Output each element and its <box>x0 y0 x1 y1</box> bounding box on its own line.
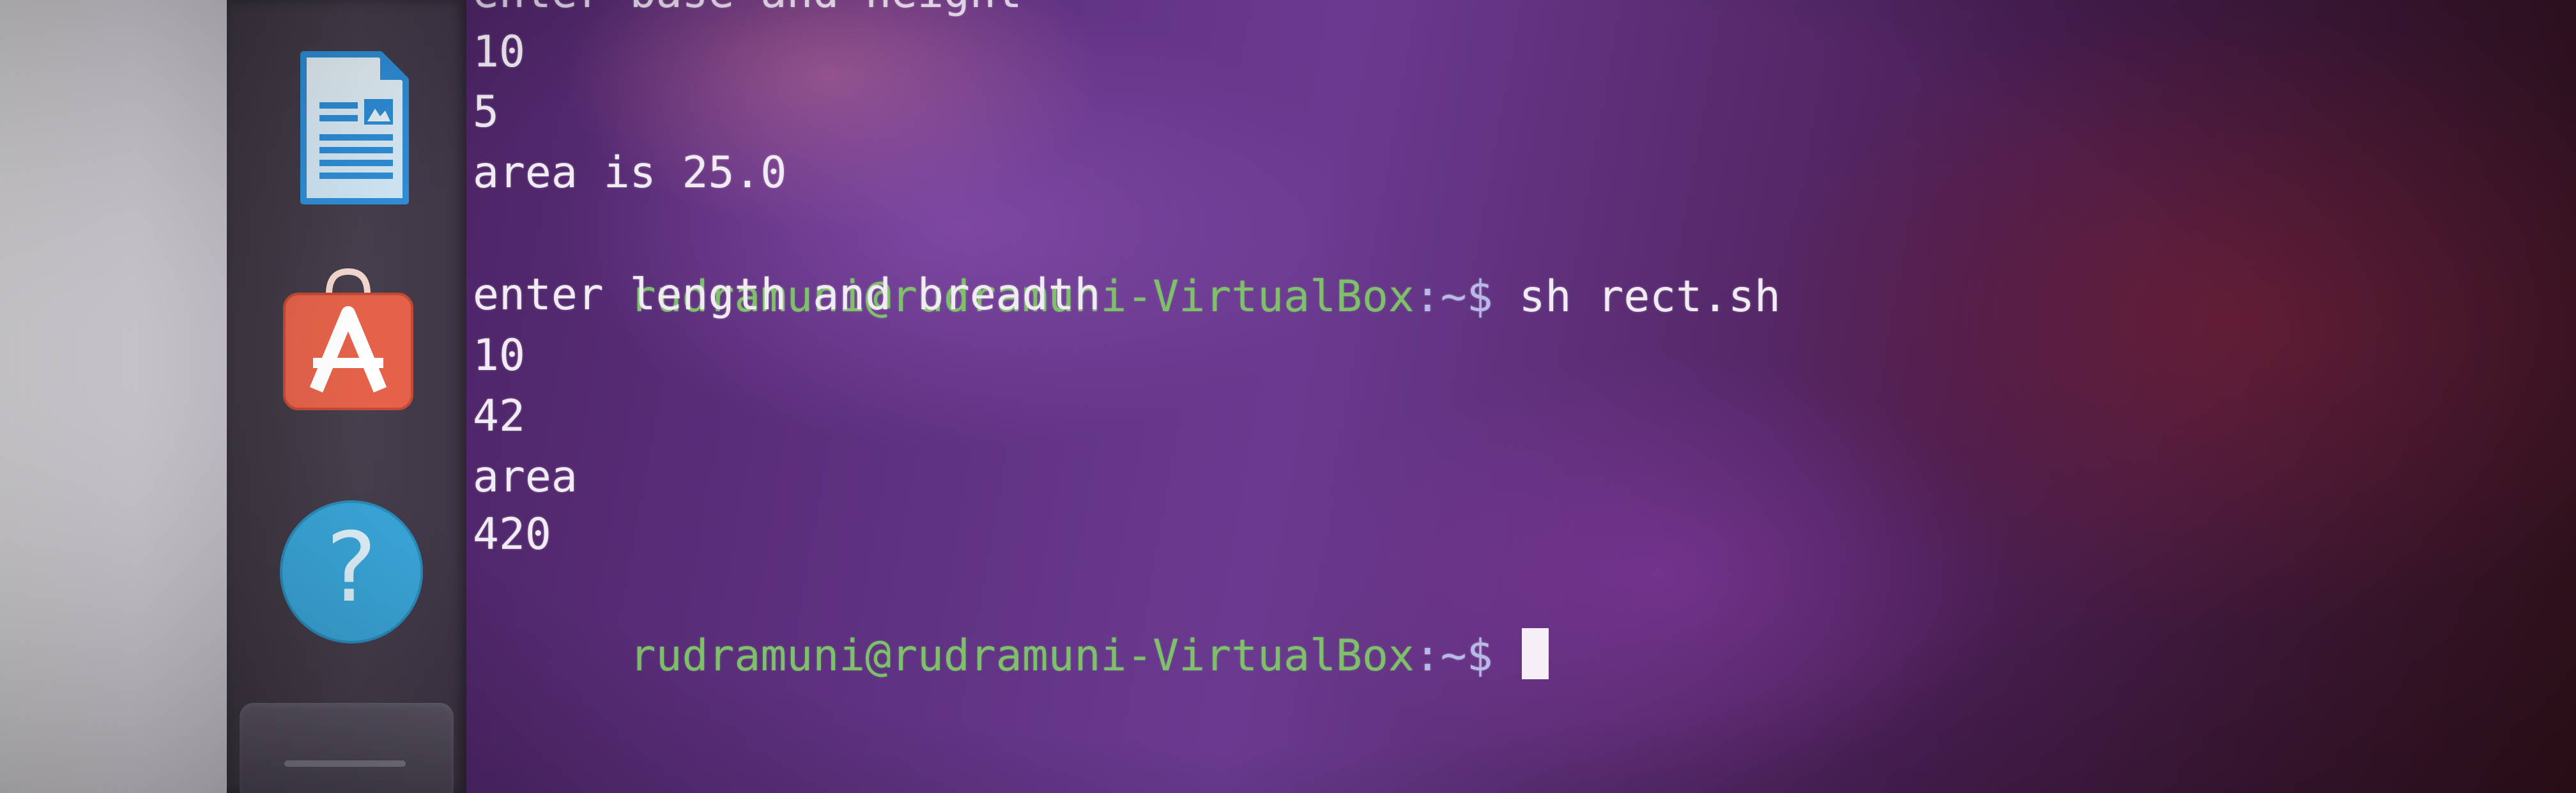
launcher: ? <box>227 0 466 793</box>
svg-text:?: ? <box>326 512 377 624</box>
launcher-software-button[interactable] <box>278 268 418 410</box>
prompt-command <box>1493 631 1519 681</box>
terminal-output-line: 10 <box>473 330 525 381</box>
terminal-output-line: enter base and height <box>473 0 1022 24</box>
software-center-icon <box>283 268 413 410</box>
launcher-writer-button[interactable] <box>278 42 418 204</box>
prompt-path: :~$ <box>1414 631 1493 681</box>
monitor-bezel <box>0 0 227 793</box>
screen: ? enter base and height 10 5 area is 25.… <box>0 0 2576 793</box>
launcher-next-item[interactable] <box>240 703 454 793</box>
terminal-output-line: area is 25.0 <box>473 148 787 198</box>
help-icon: ? <box>280 500 423 643</box>
launcher-item-indicator <box>284 760 406 767</box>
terminal-prompt-line: rudramuni@rudramuni-VirtualBox:~$ <box>473 562 1549 750</box>
prompt-path: :~$ <box>1414 272 1493 322</box>
terminal-output-line: enter length and breadth <box>473 270 1101 320</box>
terminal-output-line: 10 <box>473 27 525 77</box>
document-writer-icon <box>300 51 409 204</box>
terminal-output-line: 420 <box>473 509 551 560</box>
terminal-output-line: 5 <box>473 87 499 137</box>
launcher-help-button[interactable]: ? <box>278 498 423 643</box>
terminal-output-line: area <box>473 452 578 502</box>
terminal-cursor[interactable] <box>1521 628 1549 679</box>
terminal-output-line: 42 <box>473 391 525 442</box>
prompt-user-host: rudramuni@rudramuni-VirtualBox <box>629 631 1414 681</box>
terminal-window[interactable]: enter base and height 10 5 area is 25.0 … <box>473 0 2517 793</box>
prompt-command: sh rect.sh <box>1492 272 1781 322</box>
